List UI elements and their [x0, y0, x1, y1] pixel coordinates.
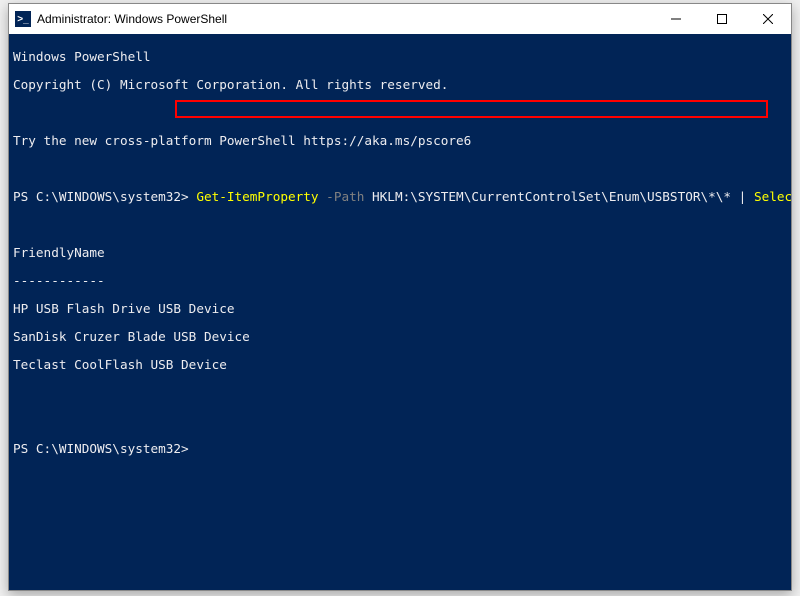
powershell-window: >_ Administrator: Windows PowerShell Win…	[8, 3, 792, 591]
blank-line	[13, 106, 787, 120]
blank-line	[13, 414, 787, 428]
param: -Path	[319, 189, 365, 204]
pipe: |	[731, 189, 754, 204]
terminal-area[interactable]: Windows PowerShell Copyright (C) Microso…	[9, 34, 791, 590]
blank-line	[13, 386, 787, 400]
output-row: SanDisk Cruzer Blade USB Device	[13, 330, 787, 344]
maximize-button[interactable]	[699, 4, 745, 34]
app-icon: >_	[15, 11, 31, 27]
titlebar[interactable]: >_ Administrator: Windows PowerShell	[9, 4, 791, 34]
command-line: PS C:\WINDOWS\system32> Get-ItemProperty…	[13, 190, 787, 204]
output-separator: ------------	[13, 274, 787, 288]
maximize-icon	[717, 14, 727, 24]
output-header: FriendlyName	[13, 246, 787, 260]
prompt: PS C:\WINDOWS\system32>	[13, 189, 196, 204]
output-row: HP USB Flash Drive USB Device	[13, 302, 787, 316]
blank-line	[13, 162, 787, 176]
banner-line: Try the new cross-platform PowerShell ht…	[13, 134, 787, 148]
arg: HKLM:\SYSTEM\CurrentControlSet\Enum\USBS…	[364, 189, 731, 204]
minimize-icon	[671, 14, 681, 24]
cmdlet: Get-ItemProperty	[196, 189, 318, 204]
cmdlet: Select	[754, 189, 791, 204]
blank-line	[13, 218, 787, 232]
banner-line: Windows PowerShell	[13, 50, 787, 64]
close-icon	[763, 14, 773, 24]
banner-line: Copyright (C) Microsoft Corporation. All…	[13, 78, 787, 92]
close-button[interactable]	[745, 4, 791, 34]
window-title: Administrator: Windows PowerShell	[37, 12, 653, 26]
prompt-line: PS C:\WINDOWS\system32>	[13, 442, 787, 456]
window-controls	[653, 4, 791, 34]
minimize-button[interactable]	[653, 4, 699, 34]
output-row: Teclast CoolFlash USB Device	[13, 358, 787, 372]
